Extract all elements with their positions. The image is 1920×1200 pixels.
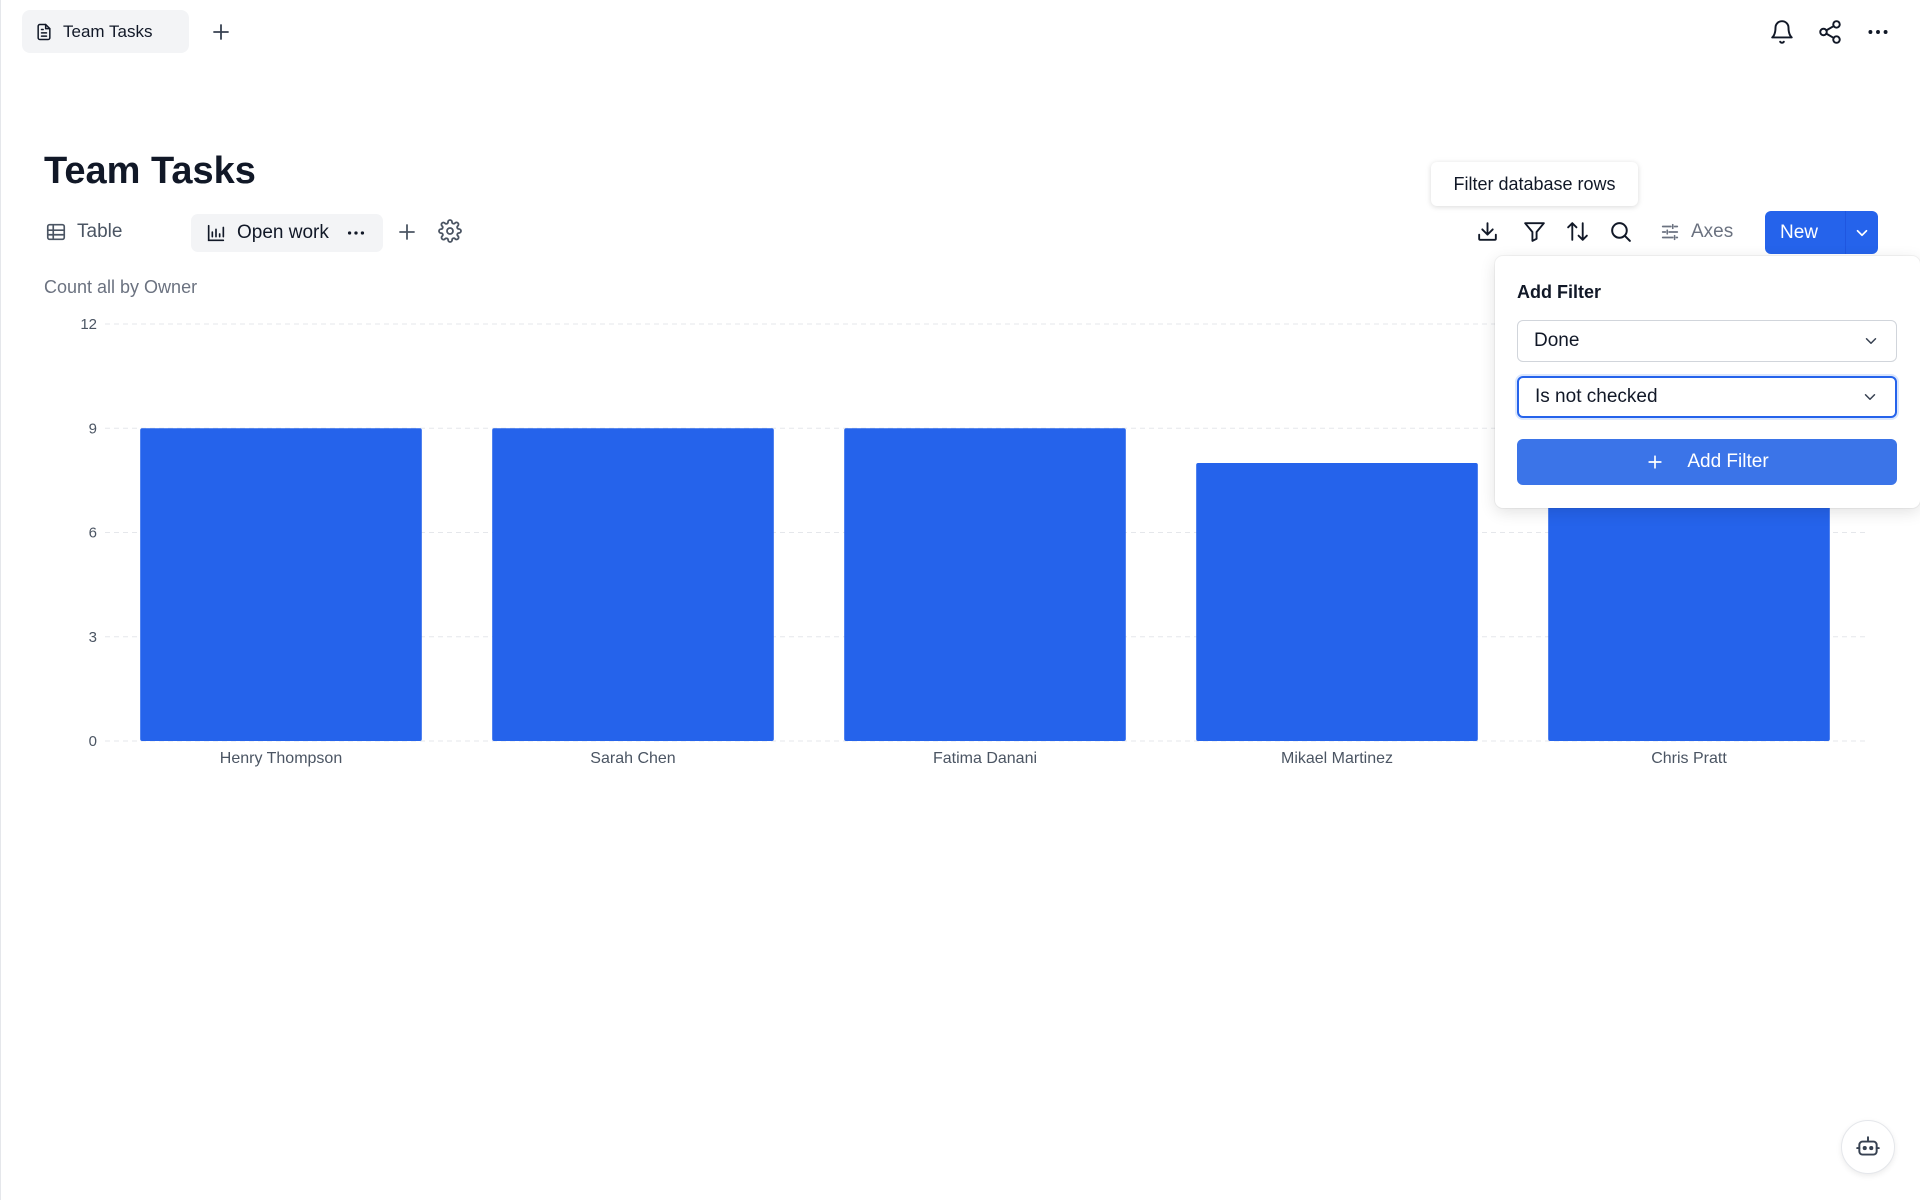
bar-chart-icon [207,224,225,242]
view-table-label: Table [77,221,123,242]
new-button[interactable]: New [1765,211,1878,254]
x-tick-label: Sarah Chen [590,750,675,767]
axes-button[interactable]: Axes [1659,214,1733,250]
view-tab-table[interactable]: Table [45,214,122,250]
table-icon [46,223,66,241]
page-title: Team Tasks [44,150,256,192]
gear-icon[interactable] [438,219,462,243]
chevron-down-icon [1865,338,1877,344]
tab-team-tasks[interactable]: Team Tasks [22,10,189,53]
new-button-divider [1845,211,1846,254]
new-button-label: New [1780,221,1819,243]
view-options-icon[interactable] [345,222,367,244]
add-tab-icon[interactable] [209,20,233,44]
filter-condition-select[interactable]: Is not checked [1517,376,1897,418]
y-tick-label: 6 [89,525,97,542]
view-active-label: Open work [237,222,329,243]
x-tick-label: Chris Pratt [1651,750,1727,767]
add-filter-popover: Add Filter Done Is not checked Add Filte… [1495,256,1920,508]
axes-label: Axes [1691,221,1734,242]
share-icon[interactable] [1817,19,1843,45]
robot-icon [1856,1136,1880,1156]
add-filter-label: Add Filter [1687,451,1769,472]
add-view-icon[interactable] [395,220,419,244]
download-icon[interactable] [1475,219,1500,244]
sort-icon[interactable] [1565,219,1590,244]
sliders-icon [1661,223,1679,241]
new-dropdown-toggle[interactable] [1846,224,1878,242]
search-icon[interactable] [1608,219,1633,244]
filter-icon[interactable] [1522,219,1547,244]
bar[interactable] [844,428,1126,741]
y-tick-label: 12 [80,316,97,333]
popover-title: Add Filter [1517,282,1601,302]
view-tab-open-work[interactable]: Open work [191,214,383,252]
filter-condition-value: Is not checked [1535,386,1658,407]
x-tick-label: Henry Thompson [220,750,342,767]
y-tick-label: 3 [89,629,97,646]
chevron-down-icon [1856,229,1868,236]
app-window: Team Tasks Team Tasks Table Open work Ax… [0,0,1920,1200]
chart-subtitle: Count all by Owner [44,277,198,297]
bar[interactable] [1196,463,1478,741]
plus-icon [1648,455,1663,469]
x-tick-label: Fatima Danani [933,750,1037,767]
top-bar: Team Tasks [1,0,1920,64]
filter-field-select[interactable]: Done [1517,320,1897,362]
add-filter-button[interactable]: Add Filter [1517,439,1897,485]
bar[interactable] [140,428,422,741]
tab-label: Team Tasks [63,21,153,41]
y-tick-label: 0 [89,733,97,750]
y-tick-label: 9 [89,420,97,437]
assistant-button[interactable] [1841,1120,1895,1174]
bar[interactable] [492,428,774,741]
bell-icon[interactable] [1769,19,1795,45]
document-icon [37,23,51,40]
more-icon[interactable] [1865,19,1891,45]
filter-field-value: Done [1534,330,1580,351]
filter-tooltip: Filter database rows [1431,162,1638,206]
x-tick-label: Mikael Martinez [1281,750,1393,767]
chevron-down-icon [1864,394,1876,400]
